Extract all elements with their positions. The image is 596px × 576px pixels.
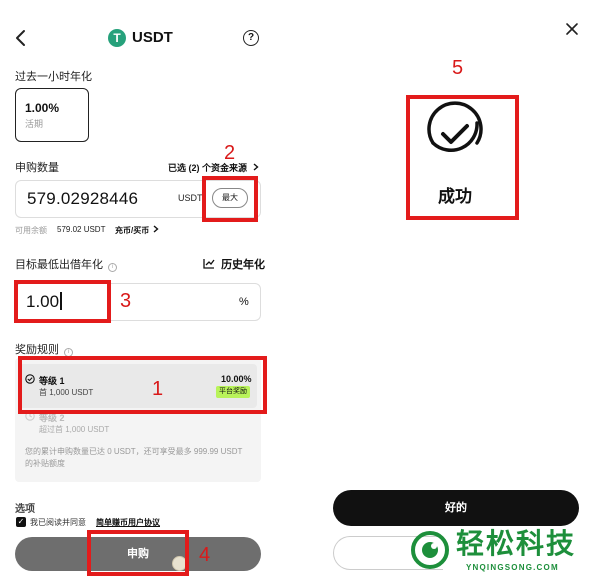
trend-chart-icon [203, 259, 215, 269]
annotation-number-4: 4 [199, 544, 211, 566]
history-rate-text: 历史年化 [221, 259, 266, 271]
watermark-text: 轻松科技 [456, 528, 577, 559]
history-rate-button[interactable]: 历史年化 [203, 256, 265, 272]
selected-sources-link[interactable]: 已选 (2) 个资金来源 [168, 161, 259, 174]
rate-type: 活期 [25, 119, 44, 129]
annotation-number-1: 1 [152, 378, 164, 400]
tier-2-sub: 超过首 1,000 USDT [39, 425, 110, 434]
page-title: USDT [132, 29, 173, 46]
options-heading: 选项 [15, 504, 35, 515]
available-balance-label: 可用余额 [15, 226, 47, 235]
selected-sources-text: 已选 (2) 个资金来源 [168, 163, 248, 173]
annotation-box-3 [14, 280, 111, 323]
amount-value: 579.02928446 [27, 189, 139, 208]
rate-value: 1.00% [25, 101, 60, 115]
annotation-box-5 [406, 95, 519, 220]
user-agreement-link[interactable]: 简单赚币用户协议 [96, 517, 160, 528]
info-icon[interactable]: i [108, 263, 118, 272]
deposit-buy-link[interactable]: 充币/买币 [115, 225, 160, 236]
amount-label: 申购数量 [15, 162, 59, 174]
target-rate-text: 目标最低出借年化 [15, 259, 103, 271]
watermark-subtext: YNQINGSONG.COM [466, 563, 559, 572]
annotation-box-1 [18, 356, 267, 414]
back-arrow-icon[interactable] [12, 28, 30, 48]
watermark-logo-icon [411, 531, 449, 569]
hourly-rate-label: 过去一小时年化 [15, 71, 92, 83]
deposit-buy-text: 充币/买币 [115, 226, 150, 235]
reward-rules-label: 奖励规则 i [15, 343, 74, 357]
annotation-number-5: 5 [452, 57, 464, 79]
annotation-box-2 [202, 176, 258, 222]
rate-card[interactable]: 1.00% 活期 [15, 88, 89, 142]
reward-note: 您的累计申购数量已达 0 USDT，还可享受最多 999.99 USDT 的补贴… [25, 447, 243, 468]
amount-unit: USDT [178, 193, 203, 203]
available-balance-value: 579.02 USDT [57, 225, 106, 234]
tether-coin-icon: T [108, 29, 126, 47]
annotation-number-3: 3 [120, 290, 132, 312]
chevron-right-icon [253, 163, 259, 171]
annotation-number-2: 2 [224, 142, 236, 164]
target-rate-label: 目标最低出借年化 i [15, 258, 118, 272]
reward-rules-text: 奖励规则 [15, 344, 59, 356]
help-icon[interactable]: ? [243, 30, 259, 46]
agreement-checkbox[interactable]: ✓ [16, 517, 26, 527]
annotation-box-4 [87, 530, 189, 576]
ok-button[interactable]: 好的 [333, 490, 579, 526]
chevron-right-icon [154, 225, 160, 233]
percent-unit: % [239, 296, 249, 308]
close-icon[interactable] [563, 20, 581, 38]
agreement-text: 我已阅读并同意 [30, 518, 86, 527]
